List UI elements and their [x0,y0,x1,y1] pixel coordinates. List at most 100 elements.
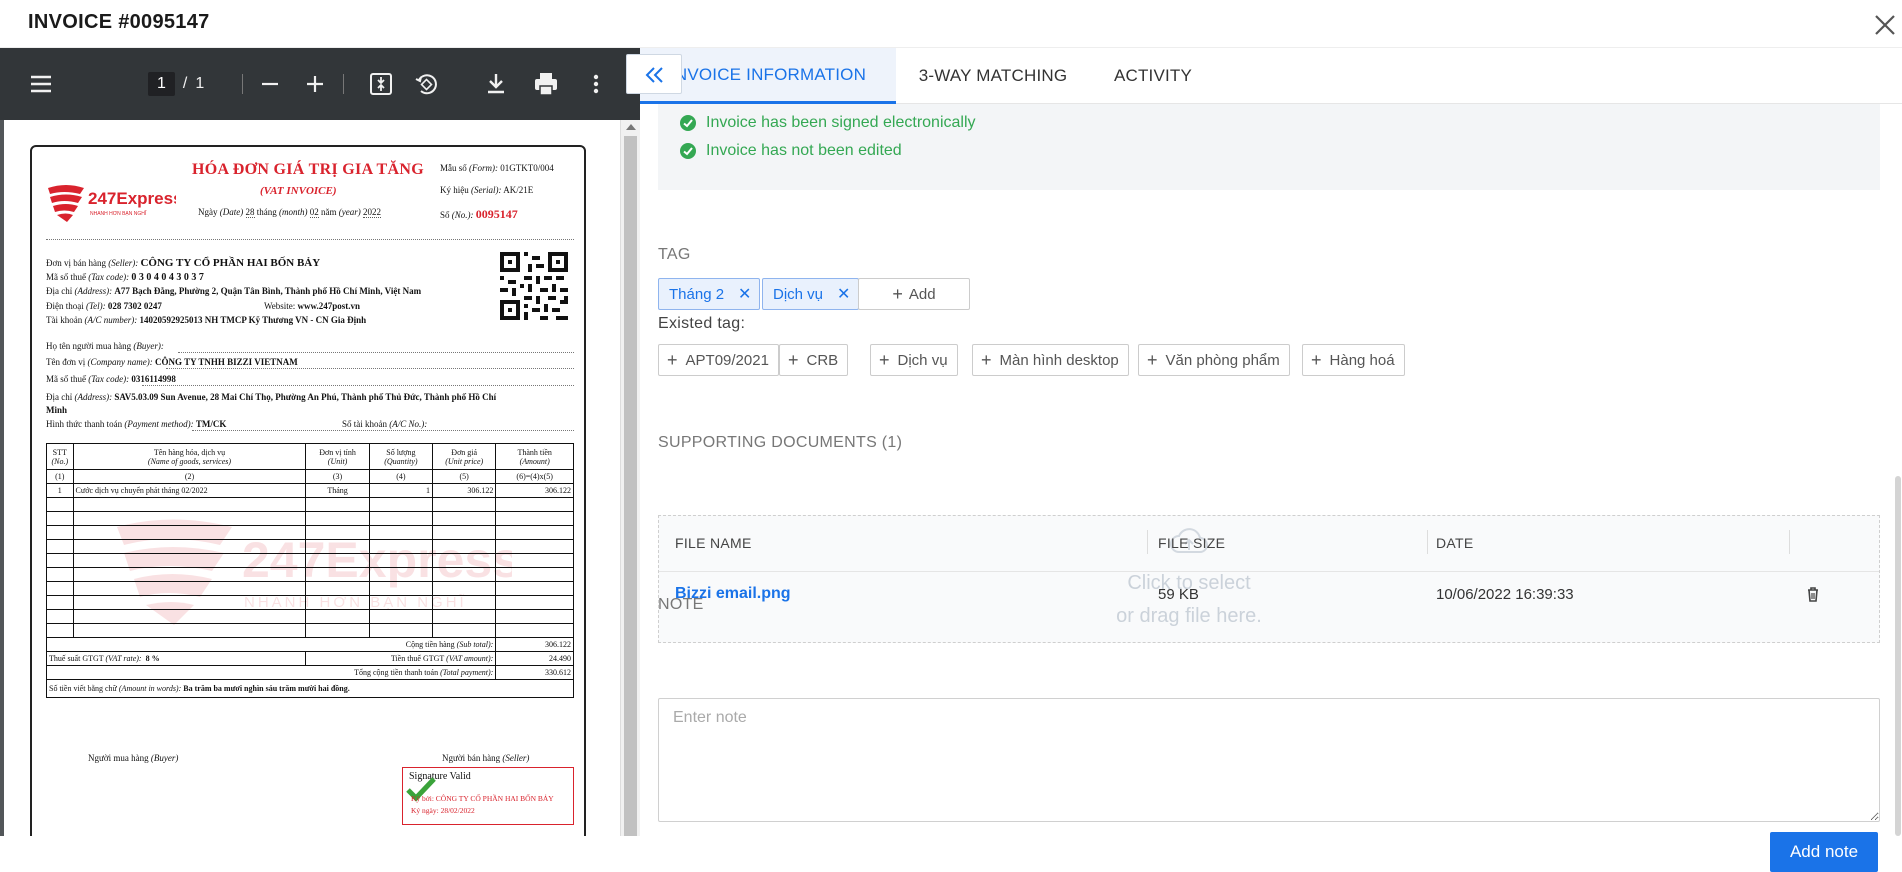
buyer-tax-row: Mã số thuế (Tax code): 0316114998 [46,374,176,384]
table-row-empty [46,623,574,638]
subtotal-label: Cộng tiền hàng (Sub total): [45,637,497,652]
invoice-doc-subtitle: (VAT INVOICE) [260,185,337,197]
remove-tag-icon[interactable]: ✕ [738,284,751,304]
plus-icon: + [1147,349,1158,370]
panel-scrollbar[interactable] [1894,104,1902,836]
vat-row: Thuế suất GTGT (VAT rate): 8 % Tiền thuế… [45,651,574,666]
existed-tag-chip[interactable]: + Văn phòng phẩm [1138,344,1290,376]
table-index-cell: (6)=(4)x(5) [495,469,574,484]
table-row: Bizzi email.png 59 KB 10/06/2022 16:39:3… [659,572,1879,618]
table-index-cell: (1) [46,469,74,484]
existed-tag-chip[interactable]: + APT09/2021 [658,344,779,376]
column-file-size: FILE SIZE [1158,535,1226,551]
table-header-cell: Tên hàng hóa, dịch vụ (Name of goods, ser… [72,443,307,470]
tab-3-way-matching[interactable]: 3-WAY MATCHING [896,48,1090,104]
table-header-cell: Đơn vị tính (Unit) [305,443,370,470]
table-cell: Cước dịch vụ chuyển phát tháng 02/2022 [72,483,307,498]
plus-icon: + [981,349,992,370]
table-row-empty [46,525,574,540]
plus-icon: + [788,349,799,370]
invoice-title: INVOICE #0095147 [28,11,210,33]
collapse-panel-button[interactable] [626,54,682,94]
table-row: 1 Cước dịch vụ chuyển phát tháng 02/2022… [46,483,574,498]
seller-address-row: Địa chỉ (Address): A77 Bạch Đằng, Phường… [46,286,422,296]
table-header-cell: Đơn giá (Unit price) [432,443,497,470]
scrollbar-thumb[interactable] [1895,476,1901,836]
toolbar-divider [242,74,243,94]
existed-tag-chip[interactable]: + Hàng hoá [1302,344,1405,376]
plus-icon: + [892,283,903,304]
divider [46,239,574,240]
buyer-line [178,352,574,353]
zoom-in-icon[interactable] [301,70,329,98]
logo-text: 247Express [88,189,176,208]
file-size: 59 KB [1158,586,1199,603]
table-header-row: STT (No.) Tên hàng hóa, dịch vụ (Name of g… [46,443,574,470]
table-row-empty [46,609,574,624]
words-row: Số tiền viết bằng chữ (Amount in words):… [46,679,574,698]
form-number: Mẫu số (Form): 01GTKT0/004 [440,163,554,173]
page-separator: / [182,75,188,92]
payment-line [192,430,574,431]
table-cell: Tháng [305,483,370,498]
remove-tag-icon[interactable]: ✕ [837,284,850,304]
signature-by: Ký bởi: CÔNG TY CỔ PHẦN HAI BỐN BẢY [411,794,554,803]
close-icon[interactable] [1866,6,1902,42]
vat-amount-value: 24.490 [495,651,574,666]
subtotal-value: 306.122 [495,637,574,652]
signature-box: Signature Valid Ký bởi: CÔNG TY CỔ PHẦN … [402,767,574,825]
download-icon[interactable] [482,70,510,98]
existed-tag-chip[interactable]: + Màn hình desktop [972,344,1129,376]
file-date: 10/06/2022 16:39:33 [1436,586,1574,603]
supporting-documents-dropzone[interactable]: Click to select or drag file here. FILE … [658,515,1880,643]
payment-method-row: Hình thức thanh toán (Payment method): T… [46,419,227,429]
pdf-page-area: 247Express NHANH HƠN BẠN NGHĨ HÓA ĐƠN GI… [4,120,620,836]
more-vert-icon[interactable] [582,70,610,98]
fit-page-icon[interactable] [367,70,395,98]
table-cell: 306.122 [495,483,574,498]
page-total: 1 [195,75,205,92]
seller-account-row: Tài khoản (A/C number): 14020592925013 N… [46,315,367,325]
buyer-address-row: Địa chỉ (Address): SAV5.03.09 Sun Avenue… [46,392,497,402]
validation-item: Invoice has been signed electronically [680,114,976,132]
pdf-scrollbar[interactable] [620,120,640,836]
tab-activity[interactable]: ACTIVITY [1090,48,1216,104]
seller-row: Đơn vị bán hàng (Seller): CÔNG TY CỔ PHẦ… [46,257,321,269]
seller-tax-row: Mã số thuế (Tax code): 0 3 0 4 0 4 3 0 3… [46,272,204,283]
buyer-tax-line [142,385,574,386]
table-row-empty [46,567,574,582]
zoom-out-icon[interactable] [256,70,284,98]
add-note-button[interactable]: Add note [1770,832,1878,872]
note-input[interactable] [658,698,1880,822]
buyer-sign-label: Người mua hàng (Buyer) [88,753,179,763]
table-row-empty [46,595,574,610]
rotate-icon[interactable] [412,70,440,98]
table-header-cell: Thành tiền (Amount) [495,443,574,470]
page-number-input[interactable]: 1 [148,72,175,96]
toolbar-divider [343,74,344,94]
pdf-viewer: 1 / 1 247Express NHANH HƠN BẠN NGHĨ HÓA … [0,48,640,836]
print-icon[interactable] [532,70,560,98]
seller-web-row: Website: www.247post.vn [264,301,361,311]
signature-date: Ký ngày: 28/02/2022 [411,806,475,815]
validation-box: Invoice has been signed electronically I… [658,104,1880,190]
menu-icon[interactable] [27,70,55,98]
add-tag-button[interactable]: + Add [858,278,970,310]
subtotal-row: Cộng tiền hàng (Sub total): 306.122 [45,637,574,652]
invoice-number: Số (No.): 0095147 [440,207,518,221]
check-circle-icon [680,143,696,159]
buyer-company-row: Tên đơn vị (Company name): CÔNG TY TNHH … [46,357,298,367]
buyer-row: Họ tên người mua hàng (Buyer): [46,341,164,351]
invoice-details-panel: INVOICE INFORMATION 3-WAY MATCHING ACTIV… [640,48,1902,872]
scrollbar-thumb[interactable] [624,136,637,836]
total-row: Tổng cộng tiền thanh toán (Total payment… [45,665,574,680]
check-circle-icon [680,115,696,131]
scroll-up-icon[interactable] [626,124,636,130]
tag-chip: Tháng 2 ✕ [658,278,761,310]
account-no-row: Số tài khoản (A/C No.): [342,419,428,429]
table-row-empty [46,539,574,554]
trash-icon[interactable] [1803,584,1823,604]
existed-tag-chip[interactable]: + Dịch vụ [870,344,958,376]
existed-tag-chip[interactable]: + CRB [779,344,849,376]
table-cell: 1 [46,483,74,498]
